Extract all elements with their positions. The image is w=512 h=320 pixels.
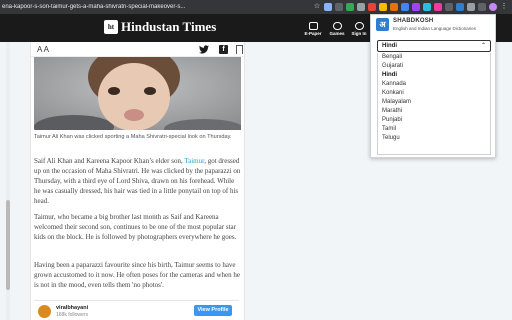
language-select[interactable]: Hindi ⌃	[377, 40, 491, 52]
photo-caption: Taimur Ali Khan was clicked sporting a M…	[34, 134, 232, 140]
language-option[interactable]: Gujarati	[378, 62, 490, 71]
language-option[interactable]: Hindi	[378, 71, 490, 80]
article-paragraph: Saif Ali Khan and Kareena Kapoor Khan’s …	[34, 156, 242, 206]
site-logo[interactable]: ht Hindustan Times	[104, 19, 216, 35]
extension-icon[interactable]	[434, 3, 442, 11]
extension-icon[interactable]	[346, 3, 354, 11]
extension-icon[interactable]	[467, 3, 475, 11]
shabdkosh-extension-icon[interactable]	[456, 3, 464, 11]
facebook-icon[interactable]: f	[219, 45, 228, 54]
extension-icon[interactable]	[379, 3, 387, 11]
language-option[interactable]: Malayalam	[378, 98, 490, 107]
view-profile-button[interactable]: View Profile	[194, 305, 232, 316]
language-option[interactable]: Punjabi	[378, 116, 490, 125]
menu-icon[interactable]: ⋮	[500, 3, 508, 11]
article-paragraph: Taimur, who became a big brother last mo…	[34, 213, 237, 241]
sign-in-link[interactable]: Sign In	[346, 22, 372, 36]
child-photo-image	[34, 57, 241, 130]
epaper-link[interactable]: E-Paper	[300, 22, 326, 36]
instagram-profile-card: viralbhayani 168k followers View Profile	[34, 300, 239, 320]
font-size-toggle[interactable]: A A	[37, 45, 49, 54]
games-label: Games	[329, 31, 345, 36]
puzzle-icon[interactable]	[478, 3, 486, 11]
language-option[interactable]: Marathi	[378, 107, 490, 116]
url-text[interactable]: ena-kapoor-s-son-taimur-gets-a-maha-shiv…	[0, 4, 205, 10]
browser-address-bar[interactable]: ena-kapoor-s-son-taimur-gets-a-maha-shiv…	[0, 0, 512, 14]
popup-title: SHABDKOSH	[393, 18, 434, 24]
shabdkosh-logo: अ	[376, 18, 389, 31]
epaper-label: E-Paper	[304, 31, 322, 36]
user-icon	[354, 22, 364, 30]
language-option[interactable]: Tamil	[378, 125, 490, 134]
language-select-value: Hindi	[382, 43, 397, 49]
article-toolbar: A A f	[31, 42, 244, 57]
bookmark-icon[interactable]	[236, 45, 243, 54]
language-option[interactable]: Bengali	[378, 53, 490, 62]
shabdkosh-popup: अ SHABDKOSH English and Indian Language …	[370, 14, 496, 158]
article-body: A A f Taimur Ali Khan was clicked sporti…	[30, 42, 245, 320]
popup-subtitle: English and Indian Language Dictionaries	[393, 26, 477, 31]
extension-icon[interactable]	[401, 3, 409, 11]
language-option[interactable]: Kannada	[378, 80, 490, 89]
popup-header: अ SHABDKOSH English and Indian Language …	[371, 15, 495, 37]
article-paragraph: Having been a paparazzi favourite since …	[34, 261, 240, 289]
left-gutter	[0, 42, 30, 320]
profile-avatar[interactable]	[489, 3, 497, 11]
extension-icon[interactable]	[445, 3, 453, 11]
taimur-link[interactable]: Taimur	[184, 157, 204, 165]
star-icon[interactable]: ☆	[313, 3, 321, 11]
newspaper-icon	[308, 22, 318, 30]
follower-count: 168k followers	[56, 312, 88, 318]
sign-in-label: Sign In	[351, 31, 367, 36]
extension-icon[interactable]	[357, 3, 365, 11]
extensions-toolbar: ☆ ⋮	[313, 3, 512, 11]
avatar[interactable]	[38, 305, 51, 318]
gamepad-icon	[332, 22, 342, 30]
language-options-list: Bengali Gujarati Hindi Kannada Konkani M…	[377, 53, 491, 155]
profile-handle[interactable]: viralbhayani	[56, 305, 88, 311]
twitter-icon[interactable]	[199, 45, 209, 54]
language-option[interactable]: Telugu	[378, 134, 490, 143]
extension-icon[interactable]	[324, 3, 332, 11]
article-photo	[34, 57, 241, 130]
language-option[interactable]: Konkani	[378, 89, 490, 98]
paragraph-text: Saif Ali Khan and Kareena Kapoor Khan’s …	[34, 157, 185, 165]
extension-icon[interactable]	[412, 3, 420, 11]
extension-icon[interactable]	[335, 3, 343, 11]
scrollbar-thumb[interactable]	[6, 200, 10, 290]
extension-icon[interactable]	[390, 3, 398, 11]
ht-logo-mark: ht	[104, 20, 118, 34]
extension-icon[interactable]	[423, 3, 431, 11]
site-logo-text: Hindustan Times	[121, 19, 217, 34]
extension-icon[interactable]	[368, 3, 376, 11]
chevron-up-icon: ⌃	[480, 43, 486, 49]
